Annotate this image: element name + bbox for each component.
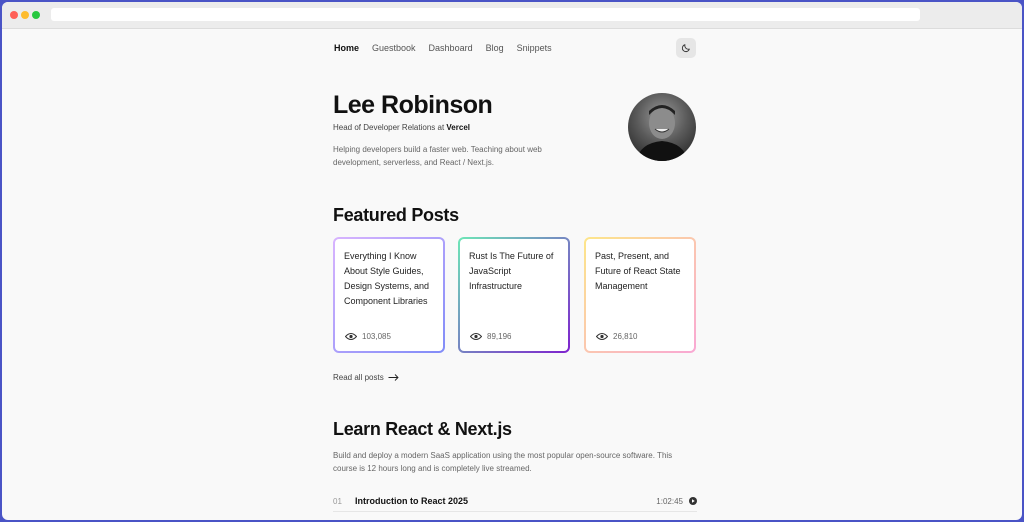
- hero-description: Helping developers build a faster web. T…: [333, 145, 542, 167]
- top-nav: Home Guestbook Dashboard Blog Snippets: [334, 43, 565, 57]
- eye-icon: [596, 333, 608, 340]
- post-views: 89,196: [470, 332, 511, 341]
- theme-toggle-button[interactable]: [676, 38, 696, 58]
- card-body: Everything I Know About Style Guides, De…: [335, 239, 443, 351]
- lesson-duration: 1:02:45: [656, 496, 683, 506]
- page-content: Home Guestbook Dashboard Blog Snippets L…: [2, 29, 1022, 520]
- post-title: Everything I Know About Style Guides, De…: [344, 251, 430, 306]
- nav-item-snippets[interactable]: Snippets: [517, 43, 552, 57]
- page-title: Lee Robinson: [333, 91, 493, 119]
- featured-posts-heading: Featured Posts: [333, 205, 459, 225]
- nav-item-home[interactable]: Home: [334, 43, 359, 57]
- nav-item-guestbook[interactable]: Guestbook: [372, 43, 416, 57]
- view-count: 89,196: [487, 332, 512, 341]
- arrow-right-icon: [388, 374, 399, 381]
- lesson-row[interactable]: 01 Introduction to React 2025 1:02:45: [333, 491, 697, 512]
- play-icon[interactable]: [689, 497, 697, 505]
- post-title: Past, Present, and Future of React State…: [595, 251, 681, 291]
- course-description: Build and deploy a modern SaaS applicati…: [333, 451, 673, 473]
- view-count: 26,810: [613, 332, 638, 341]
- read-all-posts-link[interactable]: Read all posts: [333, 373, 399, 382]
- read-all-label: Read all posts: [333, 373, 384, 382]
- role-text: Head of Developer Relations at: [333, 123, 447, 132]
- browser-toolbar: [2, 2, 1022, 29]
- hero-role: Head of Developer Relations at Vercel: [333, 123, 470, 132]
- post-views: 26,810: [596, 332, 637, 341]
- avatar-photo: [636, 105, 688, 161]
- browser-window: Home Guestbook Dashboard Blog Snippets L…: [2, 2, 1022, 520]
- post-title: Rust Is The Future of JavaScript Infrast…: [469, 251, 554, 291]
- maximize-window-button[interactable]: [32, 11, 40, 19]
- lesson-title: Introduction to React 2025: [355, 496, 469, 506]
- featured-post-card[interactable]: Everything I Know About Style Guides, De…: [333, 237, 445, 353]
- eye-icon: [345, 333, 357, 340]
- lesson-number: 01: [333, 496, 342, 506]
- nav-item-blog[interactable]: Blog: [486, 43, 504, 57]
- company-name: Vercel: [446, 123, 470, 132]
- address-bar[interactable]: [51, 8, 920, 21]
- view-count: 103,085: [362, 332, 391, 341]
- eye-icon: [470, 333, 482, 340]
- moon-icon: [681, 44, 690, 53]
- post-views: 103,085: [345, 332, 391, 341]
- minimize-window-button[interactable]: [21, 11, 29, 19]
- featured-post-card[interactable]: Past, Present, and Future of React State…: [584, 237, 696, 353]
- close-window-button[interactable]: [10, 11, 18, 19]
- card-body: Past, Present, and Future of React State…: [586, 239, 694, 351]
- nav-item-dashboard[interactable]: Dashboard: [429, 43, 473, 57]
- card-body: Rust Is The Future of JavaScript Infrast…: [460, 239, 568, 351]
- course-heading: Learn React & Next.js: [333, 419, 512, 439]
- avatar: [628, 93, 696, 161]
- featured-post-card[interactable]: Rust Is The Future of JavaScript Infrast…: [458, 237, 570, 353]
